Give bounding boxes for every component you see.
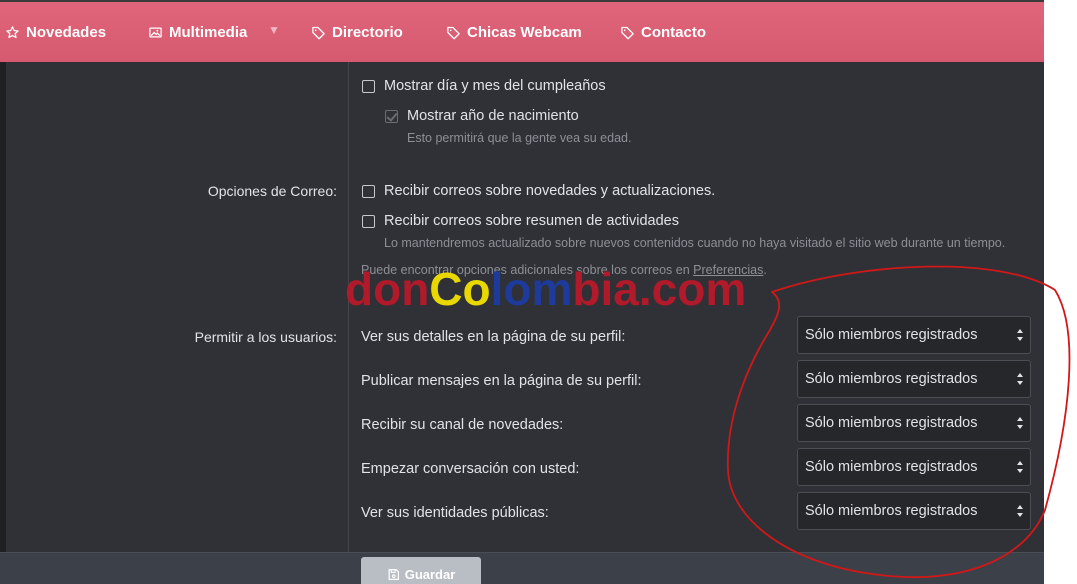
perm-row-label: Empezar conversación con usted: [361,461,580,477]
perm-select-conversation[interactable]: Sólo miembros registrados [797,448,1031,486]
select-value: Sólo miembros registrados [805,327,978,343]
select-arrows-icon [1017,329,1023,341]
show-birthday-label: Mostrar día y mes del cumpleaños [384,78,606,94]
nav-label: Contacto [641,23,706,41]
chevron-down-icon[interactable]: ▼ [268,23,280,37]
page-margin [1044,0,1077,584]
form-footer [0,552,1044,584]
perm-row-label: Ver sus identidades públicas: [361,505,549,521]
nav-item-chicas-webcam[interactable]: Chicas Webcam [446,22,582,42]
nav-label: Novedades [26,23,107,41]
email-news-checkbox[interactable] [362,184,375,198]
email-summary-label: Recibir correos sobre resumen de activid… [384,213,679,229]
tag-icon [312,26,325,39]
nav-label: Multimedia [169,23,248,41]
nav-label: Directorio [332,23,403,41]
perm-select-profile-details[interactable]: Sólo miembros registrados [797,316,1031,354]
select-value: Sólo miembros registrados [805,415,978,431]
watermark-text: don [345,263,430,315]
show-birth-year-label: Mostrar año de nacimiento [407,108,579,124]
save-label: Guardar [404,566,456,582]
tag-icon [447,26,460,39]
select-value: Sólo miembros registrados [805,459,978,475]
save-button[interactable]: Guardar [361,557,481,584]
select-arrows-icon [1017,373,1023,385]
perm-select-identities[interactable]: Sólo miembros registrados [797,492,1031,530]
permissions-label: Permitir a los usuarios: [194,329,337,345]
perm-row-label: Publicar mensajes en la página de su per… [361,373,642,389]
watermark-text: bia.com [572,263,747,315]
select-arrows-icon [1017,505,1023,517]
nav-label: Chicas Webcam [467,23,582,41]
watermark-logo: donColombia.com [345,266,746,312]
email-news-label: Recibir correos sobre novedades y actual… [384,183,716,199]
image-icon [149,27,162,37]
show-birthday-option[interactable]: Mostrar día y mes del cumpleaños [362,78,606,94]
show-birth-year-option[interactable]: Mostrar año de nacimiento [385,108,579,124]
nav-item-multimedia[interactable]: Multimedia [148,22,247,42]
email-options-label: Opciones de Correo: [207,183,337,199]
nav-item-contacto[interactable]: Contacto [620,22,706,42]
panel-left-edge [0,62,6,552]
email-more-suffix: . [763,263,767,277]
nav-item-directorio[interactable]: Directorio [311,22,403,42]
email-summary-checkbox[interactable] [362,214,375,228]
select-arrows-icon [1017,461,1023,473]
perm-select-post-messages[interactable]: Sólo miembros registrados [797,360,1031,398]
tag-icon [621,26,634,39]
save-icon [388,568,399,580]
show-birthday-checkbox[interactable] [362,79,375,93]
select-value: Sólo miembros registrados [805,371,978,387]
email-summary-option[interactable]: Recibir correos sobre resumen de activid… [362,213,679,229]
perm-row-label: Recibir su canal de novedades: [361,417,564,433]
perm-select-news-feed[interactable]: Sólo miembros registrados [797,404,1031,442]
email-news-option[interactable]: Recibir correos sobre novedades y actual… [362,183,715,199]
show-birth-year-checkbox[interactable] [385,109,398,123]
select-arrows-icon [1017,417,1023,429]
perm-row-label: Ver sus detalles en la página de su perf… [361,329,626,345]
watermark-text: lom [490,263,573,315]
nav-item-novedades[interactable]: Novedades [5,22,106,42]
birth-year-hint: Esto permitirá que la gente vea su edad. [407,131,632,145]
star-icon [6,25,19,38]
email-summary-hint: Lo mantendremos actualizado sobre nuevos… [384,236,1006,250]
select-value: Sólo miembros registrados [805,503,978,519]
watermark-text: Co [429,263,491,315]
